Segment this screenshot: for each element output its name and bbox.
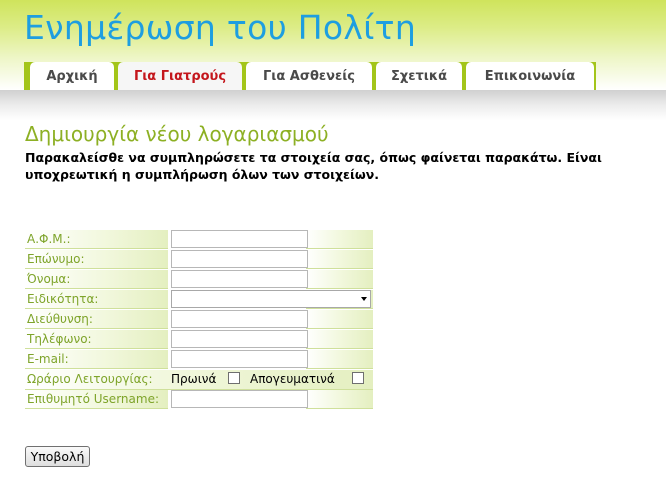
phone-row: Τηλέφωνο: — [25, 330, 373, 349]
tab-doctors[interactable]: Για Γιατρούς — [118, 62, 242, 90]
morning-label: Πρωινά — [171, 372, 217, 386]
surname-input[interactable] — [171, 250, 308, 268]
morning-checkbox[interactable] — [228, 372, 240, 384]
phone-input[interactable] — [171, 330, 308, 348]
afternoon-label: Απογευματινά — [250, 372, 335, 386]
address-input[interactable] — [171, 310, 308, 328]
hours-row: Ωράριο Λειτουργίας: Πρωινά Απογευματινά — [25, 370, 373, 390]
email-input[interactable] — [171, 350, 308, 368]
name-label: Όνομα: — [27, 272, 71, 286]
page-title: Δημιουργία νέου λογαριασμού — [25, 122, 329, 146]
name-row: Όνομα: — [25, 270, 373, 289]
tab-about[interactable]: Σχετικά — [376, 62, 462, 90]
tab-patients[interactable]: Για Ασθενείς — [246, 62, 372, 90]
name-input[interactable] — [171, 270, 308, 288]
nav-subbar — [0, 90, 666, 120]
specialty-row: Ειδικότητα: — [25, 290, 373, 309]
site-title: Ενημέρωση του Πολίτη — [24, 8, 417, 47]
specialty-label: Ειδικότητα: — [27, 292, 99, 306]
submit-button[interactable]: Υποβολή — [25, 446, 90, 467]
afternoon-checkbox[interactable] — [352, 372, 364, 384]
main-nav: Αρχική Για Γιατρούς Για Ασθενείς Σχετικά… — [24, 62, 596, 90]
address-row: Διεύθυνση: — [25, 310, 373, 329]
afm-row: Α.Φ.Μ.: — [25, 230, 373, 249]
afm-input[interactable] — [171, 230, 308, 248]
tab-home[interactable]: Αρχική — [30, 62, 114, 90]
tab-contact[interactable]: Επικοινωνία — [466, 62, 594, 90]
username-input[interactable] — [171, 390, 308, 408]
surname-row: Επώνυμο: — [25, 250, 373, 269]
username-row: Επιθυμητό Username: — [25, 390, 373, 409]
site-header: Ενημέρωση του Πολίτη Αρχική Για Γιατρούς… — [0, 0, 666, 90]
chevron-down-icon — [361, 297, 367, 301]
email-row: E-mail: — [25, 350, 373, 369]
specialty-select[interactable] — [171, 290, 371, 308]
phone-label: Τηλέφωνο: — [27, 332, 92, 346]
hours-label: Ωράριο Λειτουργίας: — [27, 372, 153, 386]
afm-label: Α.Φ.Μ.: — [27, 232, 71, 246]
intro-text: Παρακαλείσθε να συμπληρώσετε τα στοιχεία… — [25, 150, 602, 182]
username-label: Επιθυμητό Username: — [27, 392, 159, 406]
surname-label: Επώνυμο: — [27, 252, 85, 266]
address-label: Διεύθυνση: — [27, 312, 93, 326]
email-label: E-mail: — [27, 352, 69, 366]
